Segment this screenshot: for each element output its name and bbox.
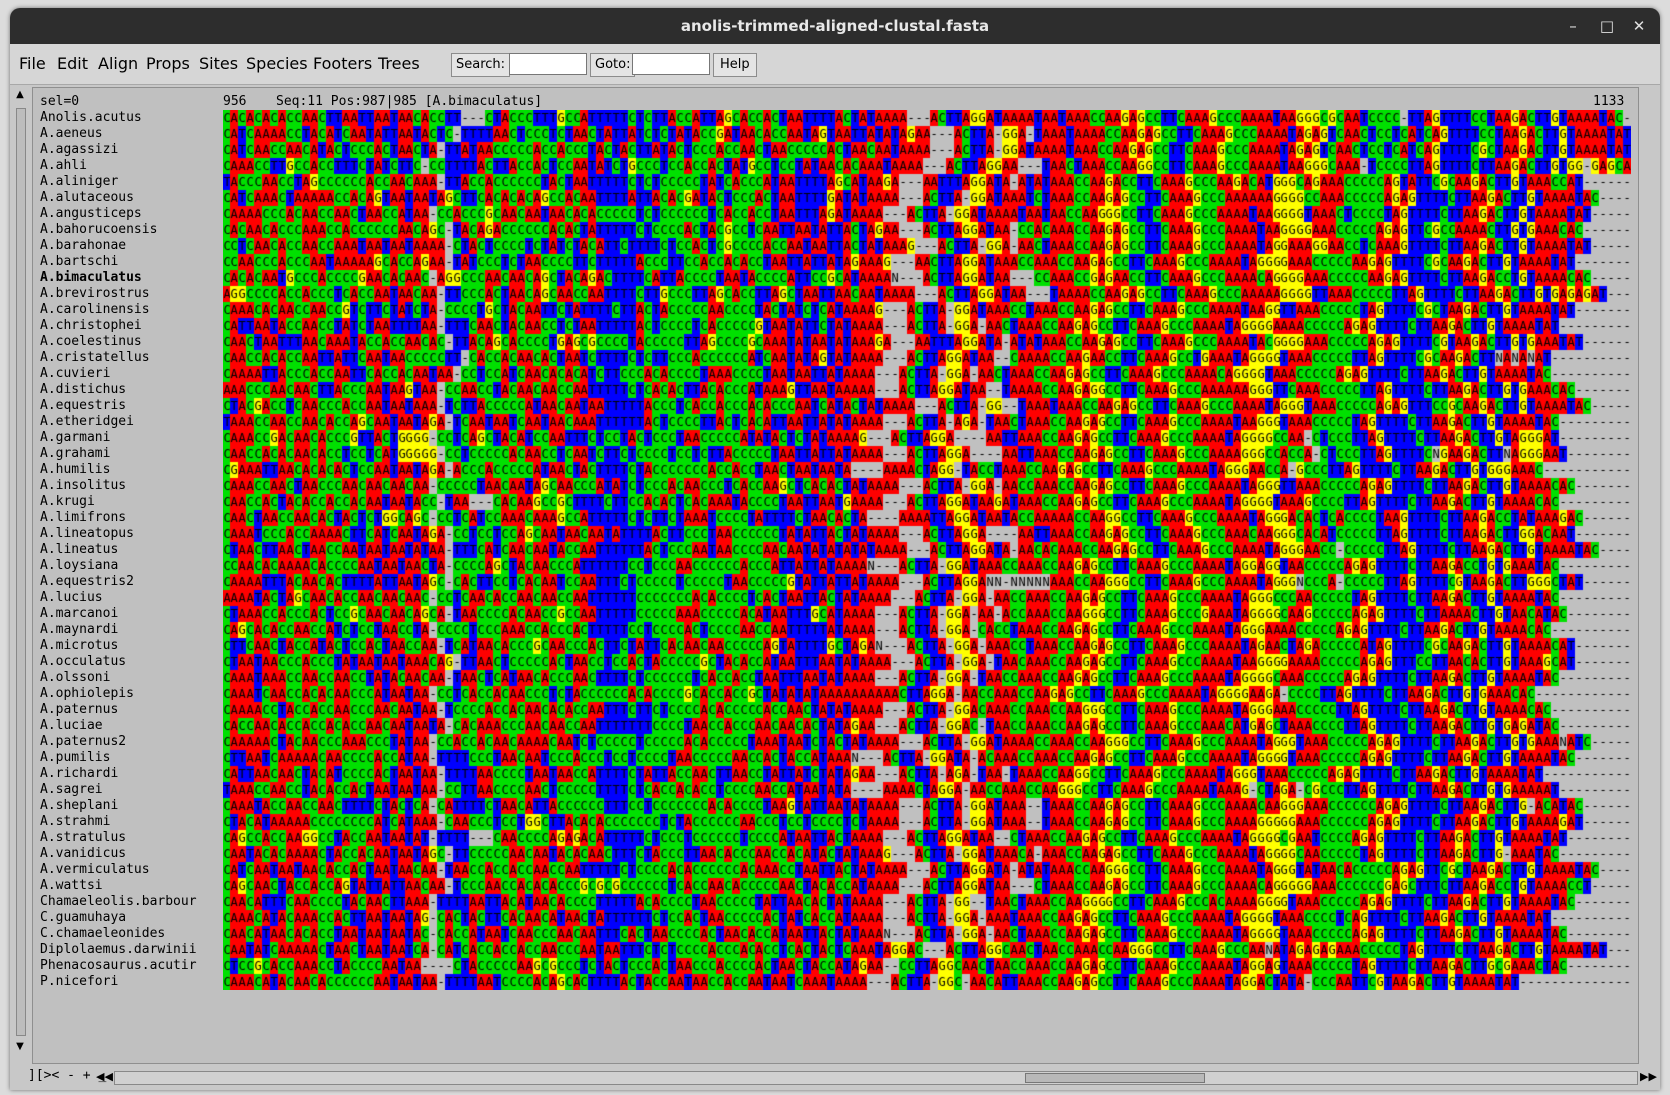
species-name[interactable]: A.garmani bbox=[40, 430, 208, 446]
maximize-button[interactable]: □ bbox=[1590, 8, 1624, 44]
species-name[interactable]: A.bahorucoensis bbox=[40, 222, 208, 238]
help-button[interactable]: Help bbox=[713, 53, 757, 77]
species-name[interactable]: A.pumilis bbox=[40, 750, 208, 766]
species-name[interactable]: A.lineatopus bbox=[40, 526, 208, 542]
species-name[interactable]: A.equestris bbox=[40, 398, 208, 414]
species-name[interactable]: A.aliniger bbox=[40, 174, 208, 190]
species-name[interactable]: A.loysiana bbox=[40, 558, 208, 574]
species-name[interactable]: A.grahami bbox=[40, 446, 208, 462]
species-name[interactable]: A.carolinensis bbox=[40, 302, 208, 318]
species-name[interactable]: A.etheridgei bbox=[40, 414, 208, 430]
species-name[interactable]: A.aeneus bbox=[40, 126, 208, 142]
selection-count: sel=0 bbox=[40, 94, 80, 109]
horizontal-scroll-thumb[interactable] bbox=[1025, 1073, 1205, 1083]
species-name[interactable]: A.coelestinus bbox=[40, 334, 208, 350]
species-name[interactable]: P.nicefori bbox=[40, 974, 208, 990]
close-button[interactable]: ✕ bbox=[1622, 8, 1656, 44]
species-name[interactable]: A.bartschi bbox=[40, 254, 208, 270]
scroll-top-icon[interactable]: ▲ bbox=[13, 86, 27, 104]
vertical-scroll-track[interactable] bbox=[16, 108, 26, 1036]
species-name[interactable]: A.olssoni bbox=[40, 670, 208, 686]
minimize-button[interactable]: – bbox=[1556, 8, 1590, 44]
menu-bar: File Edit Align Props Sites Species Foot… bbox=[10, 44, 1660, 85]
menu-file[interactable]: File bbox=[19, 44, 46, 84]
cursor-info: Seq:11 Pos:987|985 [A.bimaculatus] bbox=[276, 94, 543, 109]
species-name[interactable]: A.agassizi bbox=[40, 142, 208, 158]
species-name[interactable]: C.guamuhaya bbox=[40, 910, 208, 926]
species-name[interactable]: A.vanidicus bbox=[40, 846, 208, 862]
start-position: 956 bbox=[223, 94, 247, 109]
species-name[interactable]: A.ahli bbox=[40, 158, 208, 174]
species-name[interactable]: A.lineatus bbox=[40, 542, 208, 558]
search-input[interactable] bbox=[509, 53, 587, 75]
species-name[interactable]: A.humilis bbox=[40, 462, 208, 478]
species-name[interactable]: A.barahonae bbox=[40, 238, 208, 254]
menu-edit[interactable]: Edit bbox=[57, 44, 88, 84]
species-name[interactable]: A.paternus2 bbox=[40, 734, 208, 750]
menu-props[interactable]: Props bbox=[146, 44, 190, 84]
species-name[interactable]: A.cristatellus bbox=[40, 350, 208, 366]
species-name[interactable]: A.limifrons bbox=[40, 510, 208, 526]
species-name[interactable]: A.marcanoi bbox=[40, 606, 208, 622]
species-name[interactable]: A.lucius bbox=[40, 590, 208, 606]
scroll-right-end-icon[interactable]: ▶▶ bbox=[1640, 1068, 1657, 1086]
species-name[interactable]: A.insolitus bbox=[40, 478, 208, 494]
species-name[interactable]: A.luciae bbox=[40, 718, 208, 734]
species-name[interactable]: A.stratulus bbox=[40, 830, 208, 846]
species-name[interactable]: A.bimaculatus bbox=[40, 270, 208, 286]
species-name[interactable]: A.occulatus bbox=[40, 654, 208, 670]
app-window: anolis-trimmed-aligned-clustal.fasta – □… bbox=[10, 8, 1660, 1090]
species-name[interactable]: A.equestris2 bbox=[40, 574, 208, 590]
species-name[interactable]: A.sagrei bbox=[40, 782, 208, 798]
alignment-grid[interactable] bbox=[223, 110, 1631, 990]
species-name[interactable]: A.alutaceous bbox=[40, 190, 208, 206]
status-bar: ][>< - + _ ◀◀ ▶▶ bbox=[10, 1064, 1660, 1090]
species-name[interactable]: A.christophei bbox=[40, 318, 208, 334]
scroll-bottom-icon[interactable]: ▼ bbox=[13, 1038, 27, 1056]
goto-input[interactable] bbox=[632, 53, 710, 75]
species-name[interactable]: A.paternus bbox=[40, 702, 208, 718]
species-name[interactable]: A.maynardi bbox=[40, 622, 208, 638]
vertical-scrollbar[interactable]: ▲ ▼ bbox=[12, 86, 28, 1062]
menu-sites[interactable]: Sites bbox=[199, 44, 238, 84]
alignment-panel: sel=0 956 Seq:11 Pos:987|985 [A.bimacula… bbox=[32, 87, 1639, 1064]
species-name[interactable]: Anolis.acutus bbox=[40, 110, 208, 126]
menu-species[interactable]: Species bbox=[246, 44, 308, 84]
title-bar[interactable]: anolis-trimmed-aligned-clustal.fasta – □… bbox=[10, 8, 1660, 44]
window-title: anolis-trimmed-aligned-clustal.fasta bbox=[680, 17, 990, 35]
menu-trees[interactable]: Trees bbox=[378, 44, 420, 84]
species-name[interactable]: A.strahmi bbox=[40, 814, 208, 830]
species-name[interactable]: C.chamaeleonides bbox=[40, 926, 208, 942]
goto-label: Goto: bbox=[590, 53, 636, 77]
species-name[interactable]: A.ophiolepis bbox=[40, 686, 208, 702]
species-name[interactable]: A.krugi bbox=[40, 494, 208, 510]
end-position: 1133 bbox=[1593, 94, 1625, 109]
status-text: ][>< - + _ bbox=[28, 1068, 107, 1083]
species-name[interactable]: A.sheplani bbox=[40, 798, 208, 814]
scroll-left-end-icon[interactable]: ◀◀ bbox=[96, 1068, 113, 1086]
species-name[interactable]: A.wattsi bbox=[40, 878, 208, 894]
search-label: Search: bbox=[451, 53, 511, 77]
species-name[interactable]: A.angusticeps bbox=[40, 206, 208, 222]
species-name-list: Anolis.acutus A.aeneus A.agassizi A.ahli A.a… bbox=[40, 110, 208, 990]
menu-footers[interactable]: Footers bbox=[313, 44, 372, 84]
alignment-canvas[interactable] bbox=[223, 110, 1631, 990]
species-name[interactable]: A.cuvieri bbox=[40, 366, 208, 382]
species-name[interactable]: Diplolaemus.darwinii bbox=[40, 942, 208, 958]
horizontal-scroll-track[interactable] bbox=[114, 1071, 1638, 1085]
species-name[interactable]: A.microtus bbox=[40, 638, 208, 654]
species-name[interactable]: A.richardi bbox=[40, 766, 208, 782]
species-name[interactable]: A.vermiculatus bbox=[40, 862, 208, 878]
menu-align[interactable]: Align bbox=[98, 44, 138, 84]
species-name[interactable]: A.distichus bbox=[40, 382, 208, 398]
species-name[interactable]: Phenacosaurus.acutir bbox=[40, 958, 208, 974]
species-name[interactable]: A.brevirostrus bbox=[40, 286, 208, 302]
species-name[interactable]: Chamaeleolis.barbour bbox=[40, 894, 208, 910]
